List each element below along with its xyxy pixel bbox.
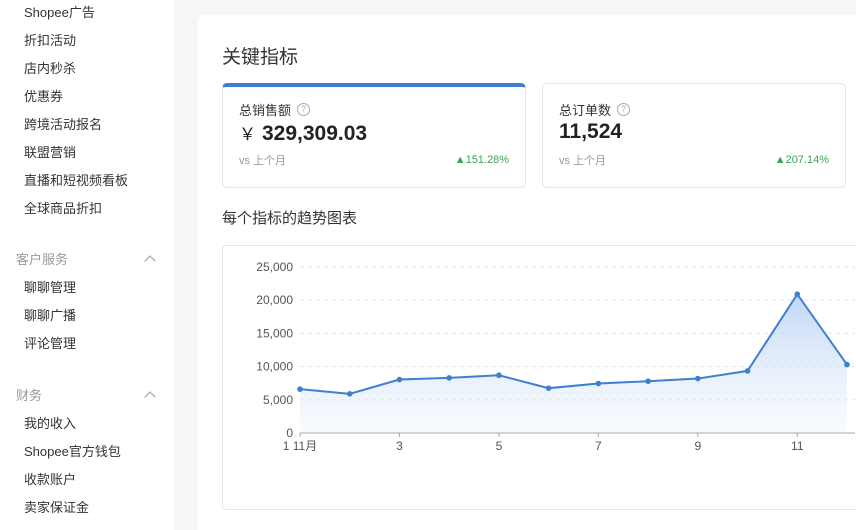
y-tick-label: 25,000: [256, 260, 293, 274]
sidebar-item[interactable]: 折扣活动: [24, 33, 76, 49]
data-point[interactable]: [297, 386, 303, 392]
change-badge: ▲207.14%: [774, 154, 829, 166]
x-tick-label: 11: [791, 439, 804, 453]
sidebar-item[interactable]: 全球商品折扣: [24, 201, 102, 217]
x-tick-label: 9: [694, 439, 701, 453]
data-point[interactable]: [695, 375, 701, 382]
main-panel: 关键指标 总销售额? ￥ 329,309.03 vs 上个月 ▲151.28% 总…: [198, 15, 856, 530]
sidebar-item[interactable]: 直播和短视频看板: [24, 173, 128, 189]
comparison-label: vs 上个月: [559, 155, 607, 167]
data-point[interactable]: [545, 385, 552, 391]
help-icon[interactable]: ?: [297, 103, 311, 116]
comparison-label: vs 上个月: [239, 155, 287, 167]
sidebar-item[interactable]: 聊聊广播: [24, 308, 76, 324]
sidebar-item[interactable]: 店内秒杀: [24, 61, 76, 77]
metric-value: 11,524: [559, 120, 623, 143]
sidebar-item[interactable]: 聊聊管理: [24, 280, 76, 296]
sidebar-item[interactable]: 收款账户: [24, 472, 76, 488]
data-point[interactable]: [645, 378, 651, 385]
metric-value: 329,309.03: [262, 122, 368, 145]
y-tick-label: 20,000: [256, 293, 293, 307]
data-point[interactable]: [446, 375, 452, 381]
sidebar-item[interactable]: 优惠券: [24, 89, 63, 105]
chevron-up-icon[interactable]: [144, 391, 156, 403]
data-point[interactable]: [595, 380, 602, 387]
trend-chart-svg: 0 5,000 10,000 15,000 20,000 25,000 1 11月 3 5 7 9 1…: [256, 260, 855, 453]
metric-label: 总订单数: [559, 103, 612, 118]
x-tick-label: 7: [595, 439, 602, 453]
y-tick-label: 5,000: [263, 393, 293, 407]
section-title: 财务: [16, 388, 43, 403]
sidebar: Shopee广告 折扣活动店内秒杀优惠券跨境活动报名 联盟营销直播和短视频看板 全球商…: [0, 0, 174, 530]
sidebar-item[interactable]: Shopee广告: [24, 5, 95, 21]
data-point[interactable]: [346, 391, 353, 397]
y-tick-label: 0: [286, 426, 293, 440]
trend-chart-title: 每个指标的趋势图表: [222, 210, 358, 227]
section-header-customer-service[interactable]: 客户服务: [16, 252, 158, 268]
data-point[interactable]: [794, 291, 801, 298]
y-tick-label: 10,000: [256, 360, 293, 374]
sidebar-item[interactable]: 跨境活动报名: [24, 117, 102, 133]
metric-card-sales[interactable]: 总销售额? ￥ 329,309.03 vs 上个月 ▲151.28%: [222, 83, 526, 188]
data-point[interactable]: [396, 376, 403, 383]
data-point[interactable]: [744, 368, 751, 374]
section-title: 客户服务: [16, 252, 69, 267]
help-icon[interactable]: ?: [617, 103, 631, 116]
metric-card-orders[interactable]: 总订单数? 11,524 vs 上个月 ▲207.14%: [542, 83, 846, 188]
metric-label: 总销售额: [239, 103, 292, 118]
currency-symbol: ￥: [239, 125, 256, 144]
sidebar-item[interactable]: 卖家保证金: [24, 500, 89, 516]
change-badge: ▲151.28%: [454, 154, 509, 166]
y-tick-label: 15,000: [256, 326, 293, 340]
data-point[interactable]: [844, 361, 850, 368]
series-area: [300, 294, 847, 433]
x-tick-label: 1 11月: [283, 439, 317, 453]
sidebar-item[interactable]: Shopee官方钱包: [24, 444, 121, 460]
chevron-up-icon[interactable]: [144, 255, 156, 267]
section-header-finance[interactable]: 财务: [16, 388, 158, 404]
sidebar-item[interactable]: 我的收入: [24, 416, 76, 432]
x-tick-label: 5: [496, 439, 503, 453]
sidebar-item[interactable]: 评论管理: [24, 336, 76, 352]
page-title: 关键指标: [222, 47, 299, 68]
trend-chart: 0 5,000 10,000 15,000 20,000 25,000 1 11月 3 5 7 9 1…: [222, 245, 856, 510]
sidebar-item[interactable]: 联盟营销: [24, 145, 76, 161]
x-tick-label: 3: [396, 439, 403, 453]
data-point[interactable]: [496, 372, 502, 379]
